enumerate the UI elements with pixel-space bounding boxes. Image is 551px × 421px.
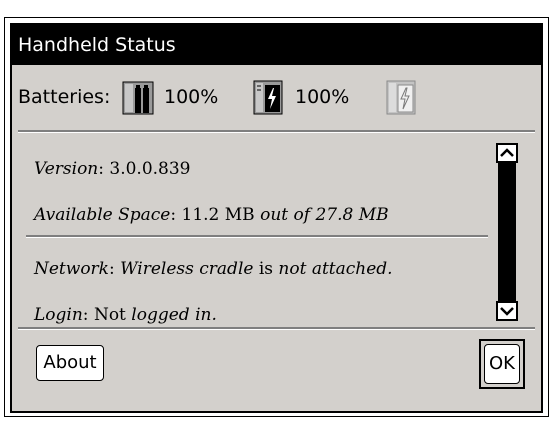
battery-1-percent: 100% — [164, 86, 219, 108]
battery-2-percent: 100% — [295, 86, 350, 108]
separator — [18, 130, 535, 133]
batteries-label: Batteries: — [18, 86, 111, 108]
scrollbar-thumb[interactable] — [498, 163, 516, 301]
ok-button[interactable]: OK — [484, 344, 520, 384]
chevron-down-icon — [500, 307, 514, 316]
aaa-battery-icon — [122, 81, 154, 115]
available-space-line: Available Space: 11.2 MB out of 27.8 MB — [34, 205, 389, 225]
separator — [26, 235, 488, 238]
scroll-up-button[interactable] — [496, 143, 518, 163]
network-line: Network: Wireless cradle is not attached… — [34, 259, 393, 279]
dialog-title-bar: Handheld Status — [12, 25, 541, 65]
version-line: Version: 3.0.0.839 — [34, 159, 191, 179]
vertical-scrollbar[interactable] — [496, 143, 518, 321]
handheld-status-dialog: Handheld Status Batteries: 100% 100% Ver… — [10, 23, 543, 413]
rechargeable-battery-inactive-icon — [386, 80, 416, 115]
login-line: Login: Not logged in. — [34, 305, 217, 325]
dialog-title: Handheld Status — [18, 34, 176, 56]
about-button[interactable]: About — [36, 345, 104, 381]
chevron-up-icon — [500, 148, 514, 157]
scroll-down-button[interactable] — [496, 301, 518, 321]
batteries-row: Batteries: 100% 100% — [12, 67, 541, 127]
separator — [18, 327, 535, 330]
rechargeable-battery-icon — [253, 80, 283, 115]
